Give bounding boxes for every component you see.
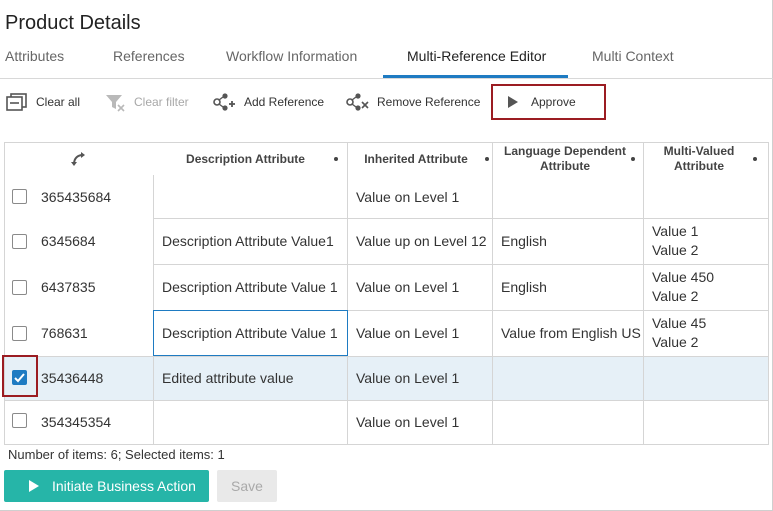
- clear-all-button[interactable]: Clear all: [6, 92, 80, 112]
- row-id: 6345684: [41, 233, 96, 249]
- inherited-cell[interactable]: Value on Level 1: [347, 356, 459, 400]
- column-header-inherited[interactable]: Inherited Attribute: [347, 143, 485, 175]
- save-button[interactable]: Save: [217, 470, 277, 502]
- column-divider: [492, 143, 493, 444]
- description-cell[interactable]: [153, 400, 162, 444]
- tab-references[interactable]: References: [113, 48, 185, 64]
- table-row[interactable]: 365435684 Value on Level 1: [5, 175, 768, 218]
- column-menu-icon[interactable]: [753, 157, 757, 161]
- column-divider: [643, 143, 644, 444]
- tab-multi-context[interactable]: Multi Context: [592, 48, 674, 64]
- column-divider: [347, 143, 348, 444]
- clear-filter-button[interactable]: Clear filter: [104, 92, 189, 112]
- initiate-business-action-button[interactable]: Initiate Business Action: [4, 470, 209, 502]
- multi-reference-table: Description Attribute Inherited Attribut…: [4, 142, 769, 445]
- row-checkbox[interactable]: [12, 189, 27, 204]
- row-checkbox[interactable]: [12, 326, 27, 341]
- multi-valued-cell[interactable]: Value 450 Value 2: [643, 264, 714, 310]
- row-divider: [153, 264, 768, 265]
- remove-reference-icon: [346, 93, 369, 111]
- description-cell[interactable]: Description Attribute Value 1: [153, 264, 338, 310]
- language-cell[interactable]: [492, 175, 501, 218]
- column-header-description[interactable]: Description Attribute: [153, 143, 338, 175]
- inherited-cell[interactable]: Value on Level 1: [347, 175, 459, 218]
- tab-workflow-information[interactable]: Workflow Information: [226, 48, 357, 64]
- table-row[interactable]: 6437835 Description Attribute Value 1 Va…: [5, 264, 768, 310]
- row-id: 6437835: [41, 279, 96, 295]
- multi-valued-cell[interactable]: [643, 175, 652, 218]
- table-header: Description Attribute Inherited Attribut…: [5, 143, 768, 175]
- row-checkbox[interactable]: [12, 280, 27, 295]
- table-row[interactable]: 6345684 Description Attribute Value1 Val…: [5, 218, 768, 264]
- clear-filter-label: Clear filter: [134, 95, 189, 109]
- row-divider: [153, 218, 768, 219]
- checkbox-highlight-box: [2, 355, 38, 397]
- sort-arrows-icon: [71, 152, 85, 166]
- column-menu-icon[interactable]: [631, 157, 635, 161]
- multi-value: Value 1: [652, 223, 699, 239]
- row-checkbox[interactable]: [12, 413, 27, 428]
- toolbar: Clear all Clear filter Add Reference Rem…: [0, 84, 773, 120]
- multi-value: Value 2: [652, 242, 699, 258]
- multi-valued-cell[interactable]: Value 1 Value 2: [643, 218, 698, 264]
- description-cell[interactable]: [153, 175, 162, 218]
- language-cell[interactable]: English: [492, 218, 547, 264]
- language-cell[interactable]: Value from English US: [492, 310, 641, 356]
- column-header-language[interactable]: Language Dependent Attribute: [493, 143, 637, 175]
- column-header-multi-valued[interactable]: Multi-Valued Attribute: [644, 143, 754, 175]
- play-icon: [29, 480, 39, 492]
- tabs-divider: [0, 78, 773, 79]
- row-id: 354345354: [41, 414, 112, 430]
- row-id: 365435684: [41, 188, 112, 205]
- row-divider: [5, 400, 768, 401]
- clear-all-label: Clear all: [36, 95, 81, 109]
- inherited-cell[interactable]: Value up on Level 12: [347, 218, 487, 264]
- language-cell[interactable]: [492, 400, 501, 444]
- column-menu-icon[interactable]: [485, 157, 489, 161]
- initiate-business-action-label: Initiate Business Action: [52, 478, 196, 494]
- multi-valued-cell[interactable]: [643, 356, 652, 400]
- inherited-cell[interactable]: Value on Level 1: [347, 400, 459, 444]
- page-title: Product Details: [5, 12, 141, 34]
- add-reference-label: Add Reference: [244, 95, 325, 109]
- multi-valued-cell[interactable]: [643, 400, 652, 444]
- multi-value: Value 45: [652, 315, 707, 331]
- sort-header[interactable]: [5, 143, 153, 175]
- row-divider: [5, 356, 768, 357]
- filter-icon: [106, 95, 125, 112]
- description-cell[interactable]: Description Attribute Value1: [153, 218, 334, 264]
- table-row[interactable]: 768631 Description Attribute Value 1 Val…: [5, 310, 768, 356]
- tab-multi-reference-editor[interactable]: Multi-Reference Editor: [407, 48, 546, 64]
- status-text: Number of items: 6; Selected items: 1: [8, 447, 225, 462]
- row-id: 768631: [41, 325, 88, 341]
- multi-value: Value 2: [652, 288, 699, 304]
- add-reference-button[interactable]: Add Reference: [212, 92, 324, 112]
- approve-highlight-box: [491, 84, 606, 120]
- multi-value: Value 450: [652, 269, 715, 285]
- description-cell[interactable]: Edited attribute value: [153, 356, 294, 400]
- inherited-cell[interactable]: Value on Level 1: [347, 264, 459, 310]
- column-menu-icon[interactable]: [334, 157, 338, 161]
- tab-bar: Attributes References Workflow Informati…: [0, 42, 773, 78]
- table-row[interactable]: 354345354 Value on Level 1: [5, 400, 768, 444]
- remove-reference-label: Remove Reference: [377, 95, 481, 109]
- inherited-cell[interactable]: Value on Level 1: [347, 310, 459, 356]
- language-cell[interactable]: [492, 356, 501, 400]
- clear-all-icon: [6, 93, 27, 111]
- language-cell[interactable]: English: [492, 264, 547, 310]
- multi-valued-cell[interactable]: Value 45 Value 2: [643, 310, 706, 356]
- multi-value: Value 2: [652, 334, 699, 350]
- focused-cell-outline: [153, 310, 348, 356]
- remove-reference-button[interactable]: Remove Reference: [345, 92, 480, 112]
- add-reference-icon: [213, 93, 235, 111]
- row-checkbox[interactable]: [12, 234, 27, 249]
- row-id: 35436448: [41, 370, 104, 386]
- tab-attributes[interactable]: Attributes: [5, 48, 64, 64]
- table-row-selected[interactable]: 35436448 Edited attribute value Value on…: [5, 356, 768, 400]
